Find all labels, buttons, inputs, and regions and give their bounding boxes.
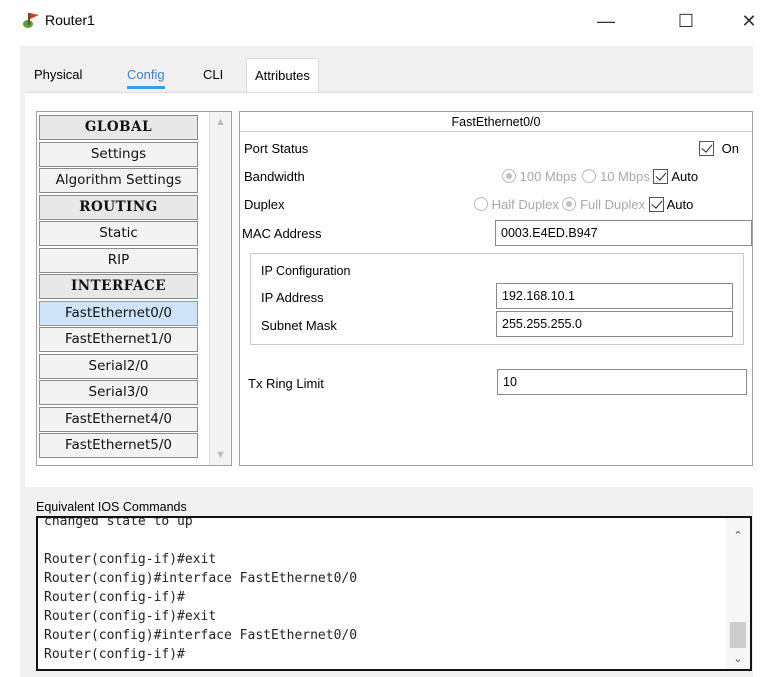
tab-config[interactable]: Config [119, 58, 173, 92]
tx-ring-limit-label: Tx Ring Limit [248, 376, 324, 391]
ip-configuration-group: IP Configuration IP Address 192.168.10.1… [250, 253, 744, 345]
interface-details-panel: FastEthernet0/0 Port Status On Bandwidth… [239, 111, 753, 466]
duplex-auto-checkbox[interactable] [648, 197, 664, 212]
window-title: Router1 [45, 12, 95, 28]
nav-item-algorithm-settings[interactable]: Algorithm Settings [39, 168, 198, 193]
ios-commands-text: changed state to up Router(config-if)#ex… [44, 516, 358, 662]
nav-item-static[interactable]: Static [39, 221, 198, 246]
full-duplex-label: Full Duplex [580, 197, 646, 212]
duplex-auto-label: Auto [666, 197, 694, 212]
console-scrollbar[interactable]: ⌃ ⌄ [726, 518, 750, 669]
bandwidth-10-radio[interactable] [582, 169, 597, 183]
nav-header-global: GLOBAL [39, 115, 198, 140]
subnet-mask-input[interactable]: 255.255.255.0 [496, 311, 733, 337]
nav-item-rip[interactable]: RIP [39, 247, 198, 273]
subnet-mask-label: Subnet Mask [261, 318, 337, 333]
port-status-label: Port Status [244, 141, 309, 156]
ios-commands-label: Equivalent IOS Commands [36, 500, 187, 514]
duplex-options: Half Duplex Full Duplex Auto [474, 197, 693, 212]
bandwidth-label: Bandwidth [244, 169, 305, 184]
bandwidth-10-label: 10 Mbps [599, 169, 650, 184]
nav-item-fastethernet4-0[interactable]: FastEthernet4/0 [39, 406, 198, 432]
config-nav-list: GLOBAL Settings Algorithm Settings ROUTI… [36, 111, 232, 466]
full-duplex-radio[interactable] [562, 197, 577, 211]
ip-address-label: IP Address [261, 290, 324, 305]
nav-header-interface: INTERFACE [39, 274, 198, 299]
chevron-down-icon[interactable]: ⌄ [726, 649, 750, 669]
nav-items: GLOBAL Settings Algorithm Settings ROUTI… [39, 115, 198, 460]
nav-item-settings[interactable]: Settings [39, 141, 198, 167]
mac-address-input[interactable]: 0003.E4ED.B947 [495, 220, 752, 246]
minimize-button[interactable]: — [583, 6, 629, 36]
maximize-button[interactable]: ☐ [663, 6, 709, 36]
duplex-label: Duplex [244, 197, 285, 212]
tab-physical[interactable]: Physical [26, 58, 90, 92]
nav-item-fastethernet5-0[interactable]: FastEthernet5/0 [39, 433, 198, 458]
nav-item-fastethernet0-0[interactable]: FastEthernet0/0 [39, 300, 198, 326]
half-duplex-radio[interactable] [474, 197, 488, 211]
bandwidth-options: 100 Mbps 10 Mbps Auto [502, 169, 698, 184]
nav-item-serial3-0[interactable]: Serial3/0 [39, 380, 198, 405]
nav-item-fastethernet1-0[interactable]: FastEthernet1/0 [39, 327, 198, 352]
console-scroll-thumb[interactable] [730, 622, 746, 648]
bandwidth-auto-label: Auto [671, 169, 699, 184]
scroll-up-icon[interactable]: ▲ [210, 112, 231, 132]
bandwidth-auto-checkbox[interactable] [653, 169, 669, 184]
router-icon [21, 11, 41, 31]
tab-config-label: Config [127, 67, 165, 82]
bandwidth-100-radio[interactable] [502, 169, 516, 183]
port-status-toggle[interactable]: On [699, 141, 739, 156]
tab-cli[interactable]: CLI [195, 58, 231, 92]
ip-configuration-legend: IP Configuration [261, 264, 351, 278]
interface-title: FastEthernet0/0 [240, 112, 752, 132]
title-bar: Router1 — ☐ ✕ [0, 0, 773, 42]
nav-scrollbar[interactable]: ▲ ▼ [209, 112, 231, 465]
chevron-up-icon[interactable]: ⌃ [726, 526, 750, 546]
nav-item-serial2-0[interactable]: Serial2/0 [39, 353, 198, 379]
tab-attributes[interactable]: Attributes [246, 58, 319, 92]
tab-selected-indicator [127, 86, 165, 89]
port-on-label: On [721, 141, 739, 156]
bandwidth-100-label: 100 Mbps [519, 169, 577, 184]
tx-ring-limit-input[interactable]: 10 [497, 369, 747, 395]
scroll-down-icon[interactable]: ▼ [210, 445, 231, 465]
port-on-checkbox[interactable] [699, 141, 714, 156]
mac-address-label: MAC Address [242, 226, 322, 241]
close-button[interactable]: ✕ [726, 6, 772, 36]
nav-header-routing: ROUTING [39, 194, 198, 220]
ios-commands-console[interactable]: changed state to up Router(config-if)#ex… [36, 516, 752, 671]
half-duplex-label: Half Duplex [491, 197, 559, 212]
ip-address-input[interactable]: 192.168.10.1 [496, 283, 733, 309]
